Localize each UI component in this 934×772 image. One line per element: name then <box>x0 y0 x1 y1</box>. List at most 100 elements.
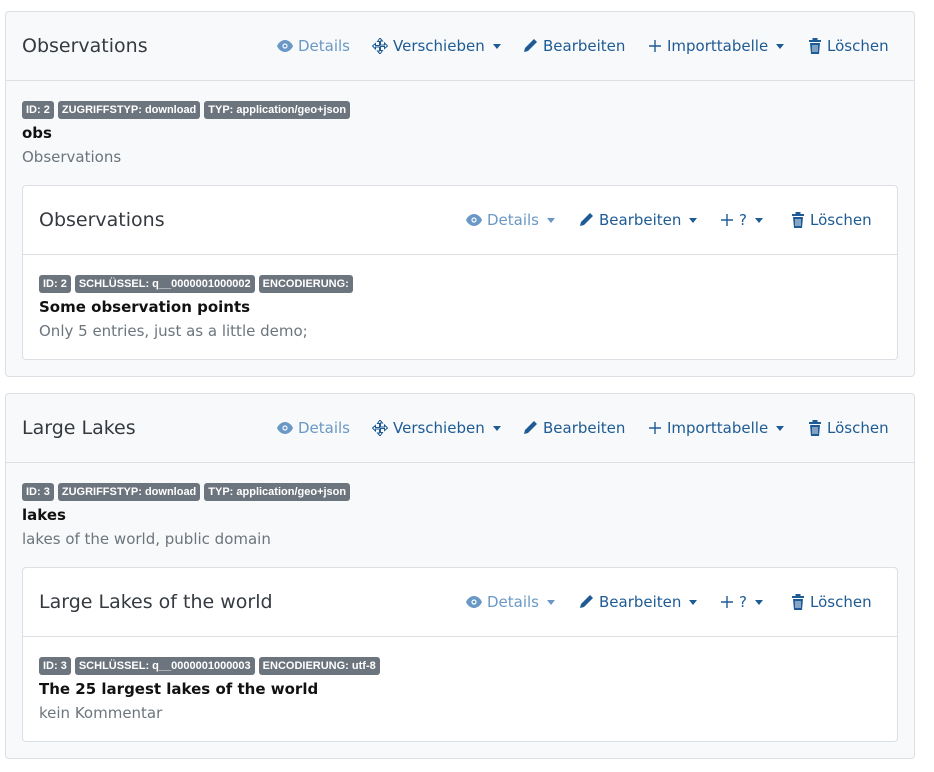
plus-icon <box>721 596 733 608</box>
pencil-icon <box>580 595 593 608</box>
plus-icon <box>649 422 661 434</box>
details-label: Details <box>487 211 540 229</box>
edit-button[interactable]: Bearbeiten <box>578 568 698 636</box>
dataset-name: obs <box>22 124 52 142</box>
plus-icon <box>649 40 661 52</box>
card-header: Large Lakes of the world Details Bearbei… <box>23 568 897 637</box>
move-button[interactable]: Verschieben <box>372 12 501 80</box>
details-button[interactable]: Details <box>277 394 350 462</box>
badge-row: ID: 3 ZUGRIFFSTYP: download TYP: applica… <box>22 483 351 501</box>
table-card: Large Lakes of the world Details Bearbei… <box>22 567 898 742</box>
card-header: Observations Details Verschieben Bearbei… <box>6 12 914 81</box>
eye-icon <box>277 422 293 434</box>
badge-row: ID: 2 SCHLÜSSEL: q__0000001000002 ENCODI… <box>39 275 353 293</box>
edit-button[interactable]: Bearbeiten <box>522 12 625 80</box>
move-icon <box>372 420 388 436</box>
type-badge: TYP: application/geo+json <box>204 483 351 501</box>
import-table-button[interactable]: Importtabelle <box>648 12 785 80</box>
edit-label: Bearbeiten <box>599 593 682 611</box>
type-badge: TYP: application/geo+json <box>204 101 351 119</box>
dataset-name: lakes <box>22 506 66 524</box>
delete-label: Löschen <box>810 211 872 229</box>
import-table-label: Importtabelle <box>667 37 769 55</box>
card-title: Large Lakes of the world <box>39 591 273 613</box>
edit-label: Bearbeiten <box>543 37 626 55</box>
add-menu-button[interactable]: ? <box>720 186 763 254</box>
delete-label: Löschen <box>827 419 889 437</box>
add-menu-label: ? <box>739 593 747 611</box>
details-label: Details <box>298 37 351 55</box>
id-badge: ID: 2 <box>39 275 71 293</box>
eye-icon <box>466 596 482 608</box>
eye-icon <box>277 40 293 52</box>
add-menu-button[interactable]: ? <box>720 568 763 636</box>
details-button[interactable]: Details <box>466 568 556 636</box>
key-badge: SCHLÜSSEL: q__0000001000003 <box>74 657 255 675</box>
trash-icon <box>809 38 821 54</box>
eye-icon <box>466 214 482 226</box>
delete-button[interactable]: Löschen <box>808 394 889 462</box>
id-badge: ID: 2 <box>22 101 54 119</box>
delete-button[interactable]: Löschen <box>808 12 889 80</box>
move-label: Verschieben <box>393 37 485 55</box>
chevron-down-icon <box>754 599 763 605</box>
badge-row: ID: 2 ZUGRIFFSTYP: download TYP: applica… <box>22 101 351 119</box>
chevron-down-icon <box>776 43 785 49</box>
trash-icon <box>792 594 804 610</box>
id-badge: ID: 3 <box>22 483 54 501</box>
details-button[interactable]: Details <box>277 12 350 80</box>
chevron-down-icon <box>689 217 698 223</box>
card-title: Observations <box>39 209 165 231</box>
id-badge: ID: 3 <box>39 657 71 675</box>
move-label: Verschieben <box>393 419 485 437</box>
dataset-comment: Observations <box>22 148 122 166</box>
edit-button[interactable]: Bearbeiten <box>522 394 625 462</box>
table-name: The 25 largest lakes of the world <box>39 680 319 698</box>
encoding-badge: ENCODIERUNG: <box>258 275 353 293</box>
delete-button[interactable]: Löschen <box>791 186 872 254</box>
trash-icon <box>809 420 821 436</box>
badge-row: ID: 3 SCHLÜSSEL: q__0000001000003 ENCODI… <box>39 657 380 675</box>
access-type-badge: ZUGRIFFSTYP: download <box>57 101 201 119</box>
move-icon <box>372 38 388 54</box>
key-badge: SCHLÜSSEL: q__0000001000002 <box>74 275 255 293</box>
add-menu-label: ? <box>739 211 747 229</box>
delete-label: Löschen <box>810 593 872 611</box>
access-type-badge: ZUGRIFFSTYP: download <box>57 483 201 501</box>
table-name: Some observation points <box>39 298 251 316</box>
plus-icon <box>721 214 733 226</box>
move-button[interactable]: Verschieben <box>372 394 501 462</box>
details-label: Details <box>298 419 351 437</box>
import-table-label: Importtabelle <box>667 419 769 437</box>
chevron-down-icon <box>754 217 763 223</box>
table-comment: kein Kommentar <box>39 704 163 722</box>
card-header: Observations Details Bearbeiten ? Lösche… <box>23 186 897 255</box>
chevron-down-icon <box>547 217 556 223</box>
table-card: Observations Details Bearbeiten ? Lösche… <box>22 185 898 360</box>
table-comment: Only 5 entries, just as a little demo; <box>39 322 308 340</box>
pencil-icon <box>524 39 537 52</box>
chevron-down-icon <box>689 599 698 605</box>
edit-label: Bearbeiten <box>543 419 626 437</box>
card-title: Observations <box>22 35 148 57</box>
chevron-down-icon <box>776 425 785 431</box>
dataset-card: Observations Details Verschieben Bearbei… <box>5 11 915 377</box>
details-button[interactable]: Details <box>466 186 556 254</box>
trash-icon <box>792 212 804 228</box>
edit-label: Bearbeiten <box>599 211 682 229</box>
card-title: Large Lakes <box>22 417 136 439</box>
dataset-card: Large Lakes Details Verschieben Bearbeit… <box>5 393 915 759</box>
chevron-down-icon <box>492 425 501 431</box>
dataset-comment: lakes of the world, public domain <box>22 530 271 548</box>
pencil-icon <box>580 213 593 226</box>
encoding-badge: ENCODIERUNG: utf-8 <box>258 657 380 675</box>
pencil-icon <box>524 421 537 434</box>
details-label: Details <box>487 593 540 611</box>
delete-label: Löschen <box>827 37 889 55</box>
edit-button[interactable]: Bearbeiten <box>578 186 698 254</box>
chevron-down-icon <box>492 43 501 49</box>
card-header: Large Lakes Details Verschieben Bearbeit… <box>6 394 914 463</box>
chevron-down-icon <box>547 599 556 605</box>
delete-button[interactable]: Löschen <box>791 568 872 636</box>
import-table-button[interactable]: Importtabelle <box>648 394 785 462</box>
